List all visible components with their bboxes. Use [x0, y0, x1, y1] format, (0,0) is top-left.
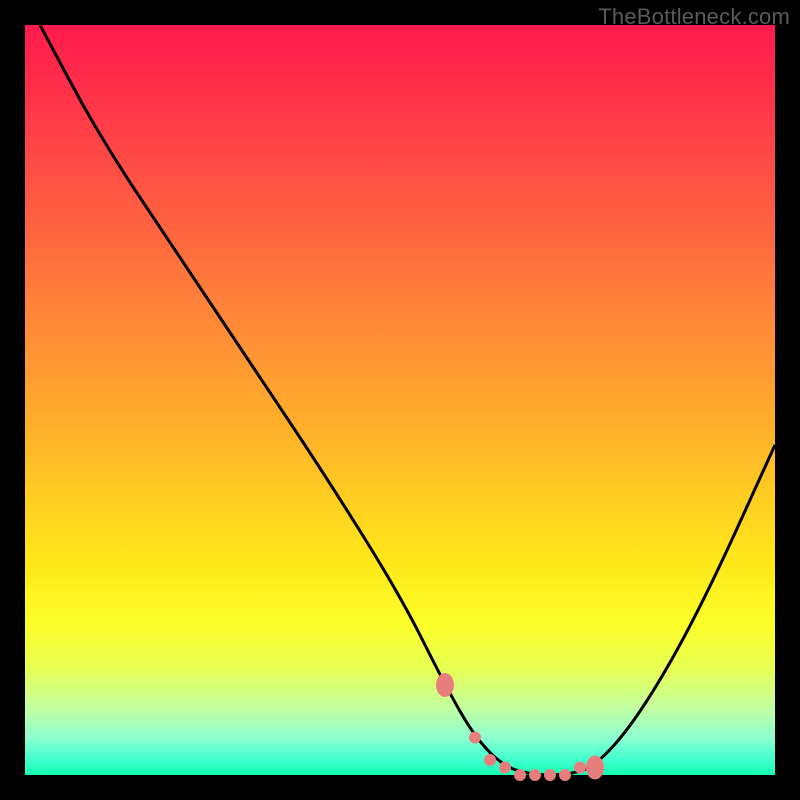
curve-layer — [25, 25, 775, 775]
highlight-dot — [469, 732, 481, 744]
highlight-dot — [586, 756, 604, 780]
highlight-dot — [484, 754, 496, 766]
highlight-dot — [529, 769, 541, 781]
highlight-dot — [559, 769, 571, 781]
highlight-dot — [544, 769, 556, 781]
highlight-dot — [514, 769, 526, 781]
highlight-dot — [574, 762, 586, 774]
highlight-dot — [436, 673, 454, 697]
watermark-text: TheBottleneck.com — [598, 4, 790, 30]
highlight-markers — [436, 673, 604, 781]
highlight-dot — [499, 762, 511, 774]
chart-frame: TheBottleneck.com — [0, 0, 800, 800]
bottleneck-curve — [40, 25, 775, 775]
